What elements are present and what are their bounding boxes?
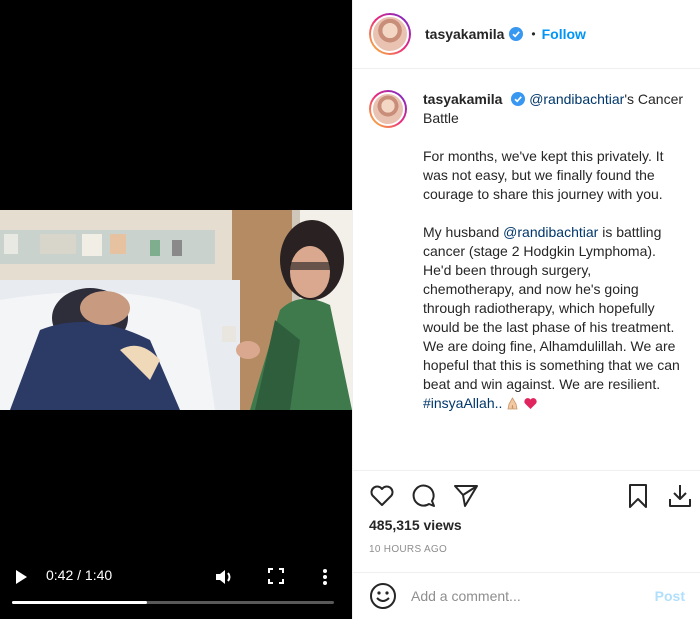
post-comment-button[interactable]: Post bbox=[655, 588, 685, 604]
more-options-icon[interactable] bbox=[320, 567, 330, 587]
save-bookmark-icon[interactable] bbox=[625, 483, 651, 509]
view-count[interactable]: 485,315 views bbox=[369, 517, 462, 533]
video-still-image bbox=[0, 210, 352, 410]
praying-hands-emoji-icon bbox=[507, 397, 518, 410]
caption-username[interactable]: tasyakamila bbox=[423, 91, 502, 107]
caption-para2-start: My husband bbox=[423, 224, 504, 240]
red-heart-emoji-icon bbox=[524, 398, 538, 409]
caption-first-line: tasyakamila @randibachtiar's Cancer Batt… bbox=[423, 90, 685, 128]
caption-area: tasyakamila @randibachtiar's Cancer Batt… bbox=[353, 70, 700, 470]
volume-icon[interactable] bbox=[214, 567, 234, 587]
video-player[interactable]: 0:42 / 1:40 bbox=[0, 0, 352, 619]
follow-button[interactable]: Follow bbox=[542, 26, 586, 42]
avatar[interactable] bbox=[369, 13, 411, 55]
action-bar bbox=[353, 470, 700, 518]
mention-link[interactable]: @randibachtiar bbox=[503, 224, 598, 240]
comment-icon[interactable] bbox=[411, 483, 437, 509]
comment-bar: Post bbox=[353, 572, 700, 619]
video-frame[interactable] bbox=[0, 210, 352, 410]
verified-badge-icon bbox=[509, 27, 524, 41]
caption-paragraph-1: For months, we've kept this privately. I… bbox=[423, 148, 664, 202]
download-icon[interactable] bbox=[667, 483, 693, 509]
separator-dot: • bbox=[531, 27, 536, 41]
like-heart-icon[interactable] bbox=[369, 483, 395, 509]
post-header: tasyakamila • Follow bbox=[353, 0, 700, 69]
verified-badge-icon bbox=[511, 92, 526, 106]
video-controls: 0:42 / 1:40 bbox=[0, 559, 352, 619]
caption-paragraph-2: My husband @randibachtiar is battling ca… bbox=[423, 223, 685, 413]
fullscreen-icon[interactable] bbox=[268, 568, 284, 584]
mention-link[interactable]: @randibachtiar bbox=[529, 91, 624, 107]
caption-avatar[interactable] bbox=[369, 90, 407, 128]
hashtag-link[interactable]: #insyaAllah.. bbox=[423, 395, 502, 411]
header-username[interactable]: tasyakamila bbox=[425, 26, 504, 42]
share-icon[interactable] bbox=[453, 483, 479, 509]
video-progress-fill bbox=[12, 601, 148, 604]
video-progress-bar[interactable] bbox=[12, 601, 334, 604]
emoji-smile-icon[interactable] bbox=[369, 582, 397, 610]
post-timestamp: 10 HOURS AGO bbox=[369, 544, 448, 555]
caption-text: tasyakamila @randibachtiar's Cancer Batt… bbox=[423, 90, 685, 470]
video-time: 0:42 / 1:40 bbox=[46, 567, 113, 583]
caption-para2-body: is battling cancer (stage 2 Hodgkin Lymp… bbox=[423, 224, 680, 392]
comment-input[interactable] bbox=[411, 588, 655, 604]
play-icon[interactable] bbox=[14, 569, 28, 585]
post-side-panel: tasyakamila • Follow tasyakamila @randib… bbox=[352, 0, 700, 619]
